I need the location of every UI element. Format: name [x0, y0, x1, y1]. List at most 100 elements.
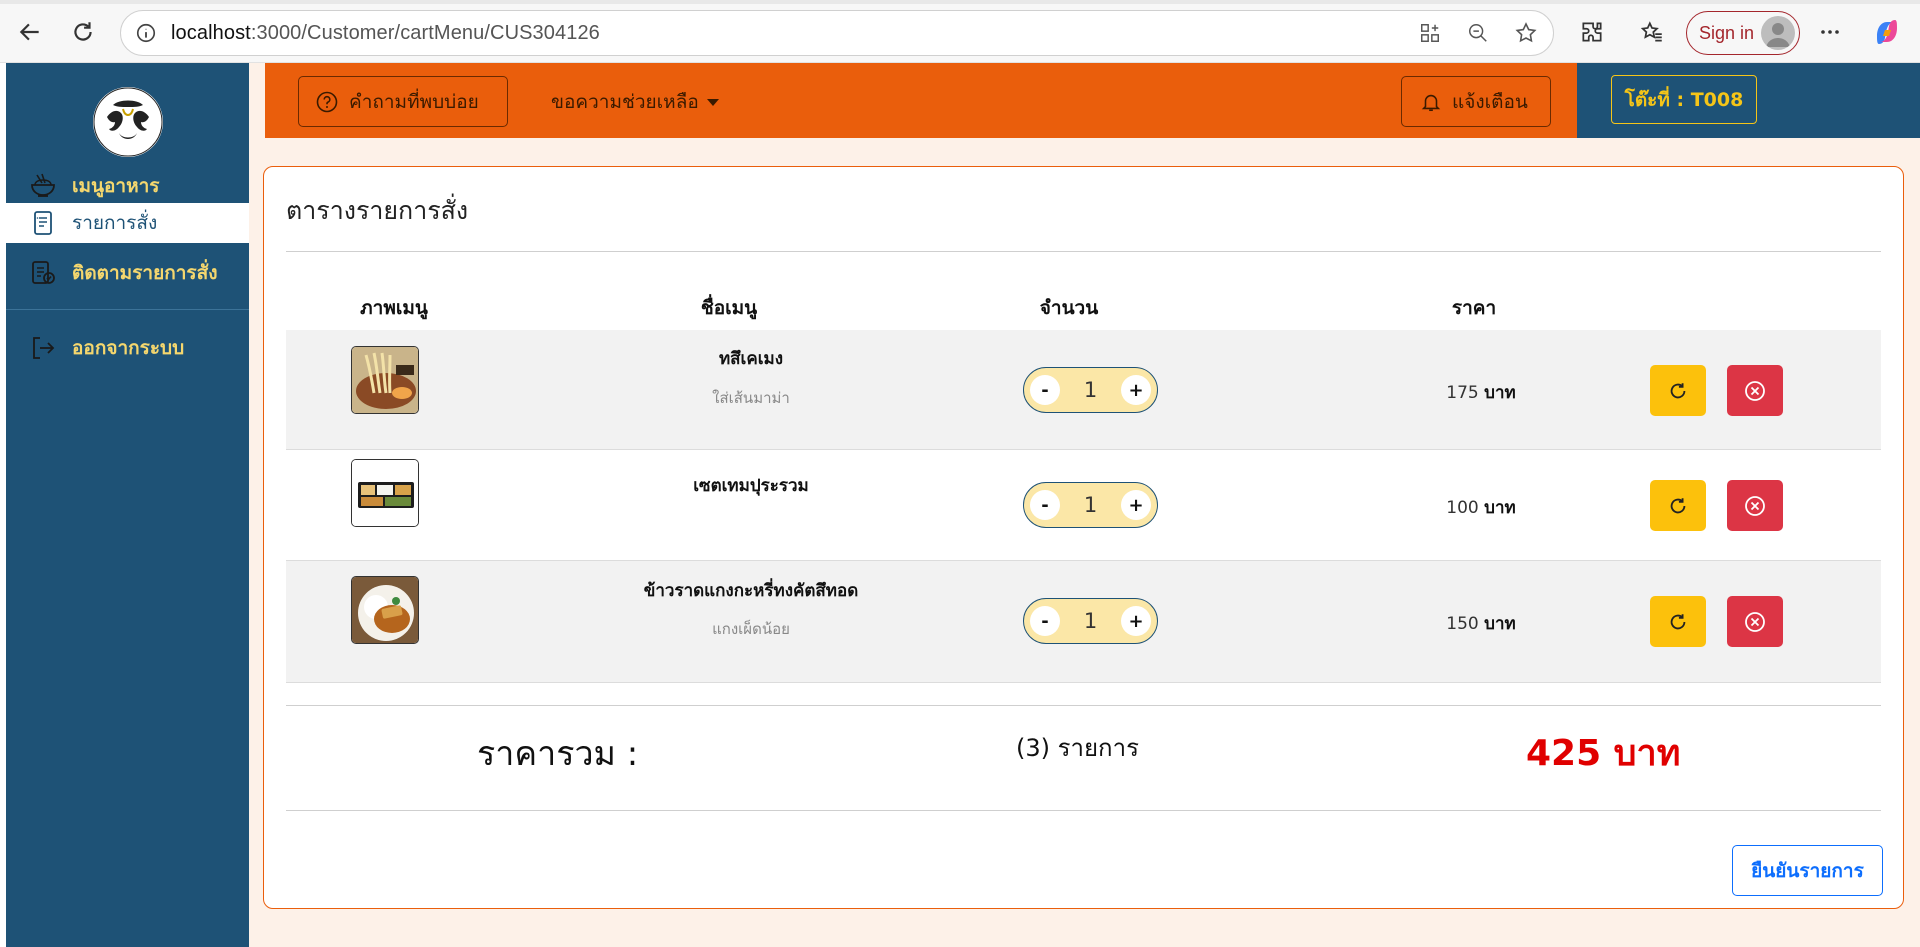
sign-in-button[interactable]: Sign in	[1686, 11, 1800, 55]
quantity-stepper: - 1 +	[1023, 367, 1158, 413]
delete-button[interactable]	[1727, 480, 1783, 531]
browser-toolbar: localhost:3000/Customer/cartMenu/CUS3041…	[0, 0, 1920, 63]
app-root: เมนูอาหาร รายการสั่ง ติดตามรายการสั่ง ออ…	[6, 63, 1920, 947]
table-row: ทสึเคเมง ใส่เส้นมาม่า - 1 + 175 บาท	[286, 330, 1881, 450]
table-row: ข้าวราดแกงกะหรี่ทงคัตสึทอด แกงเผ็ดน้อย -…	[286, 561, 1881, 683]
favorites-icon[interactable]	[1634, 14, 1670, 50]
sign-in-label: Sign in	[1699, 22, 1755, 43]
item-price: 100 บาท	[1406, 494, 1556, 521]
sidebar-item-label: ติดตามรายการสั่ง	[72, 262, 218, 284]
table-panel: โต๊ะที่ : T008	[1577, 63, 1920, 138]
chevron-down-icon	[706, 98, 719, 106]
notify-label: แจ้งเตือน	[1452, 90, 1528, 113]
price-value: 150	[1446, 614, 1479, 634]
sidebar-item-label: เมนูอาหาร	[72, 175, 160, 197]
price-value: 100	[1446, 498, 1479, 518]
price-unit: บาท	[1484, 498, 1516, 518]
refresh-icon	[1670, 497, 1686, 513]
favorite-star-icon[interactable]	[1513, 20, 1539, 46]
copilot-icon[interactable]	[1868, 14, 1906, 50]
help-dropdown[interactable]: ขอความช่วยเหลือ	[551, 87, 719, 117]
back-icon[interactable]	[12, 14, 48, 50]
total-label: ราคารวม :	[477, 734, 639, 774]
more-options-icon[interactable]	[1812, 14, 1848, 50]
header-quantity: จำนวน	[1039, 297, 1099, 319]
bowl-icon	[28, 171, 58, 201]
decrease-button[interactable]: -	[1030, 375, 1060, 405]
profile-avatar-icon	[1761, 16, 1795, 50]
header-name: ชื่อเมนู	[700, 297, 758, 319]
question-circle-icon	[315, 90, 339, 114]
delete-button[interactable]	[1727, 596, 1783, 647]
page-title: ตารางรายการสั่ง	[286, 196, 469, 225]
header-image: ภาพเมนู	[360, 297, 428, 319]
sidebar-item-logout[interactable]: ออกจากระบบ	[6, 322, 249, 374]
item-price: 150 บาท	[1406, 610, 1556, 637]
order-table-card: ตารางรายการสั่ง ภาพเมนู ชื่อเมนู จำนวน ร…	[263, 166, 1904, 909]
zoom-out-icon[interactable]	[1465, 20, 1491, 46]
item-note: แกงเผ็ดน้อย	[712, 620, 790, 638]
item-note: ใส่เส้นมาม่า	[712, 389, 790, 407]
increase-button[interactable]: +	[1121, 490, 1151, 520]
refresh-button[interactable]	[1650, 480, 1706, 531]
row-divider	[286, 682, 1881, 683]
item-price: 175 บาท	[1406, 379, 1556, 406]
extensions-icon[interactable]	[1574, 14, 1610, 50]
price-unit: บาท	[1484, 383, 1516, 403]
order-tracking-icon	[28, 258, 58, 288]
app-install-icon[interactable]	[1417, 20, 1443, 46]
confirm-order-button[interactable]: ยืนยันรายการ	[1732, 845, 1883, 896]
logout-icon	[28, 333, 58, 363]
close-circle-icon	[1745, 495, 1765, 516]
summary-divider-top	[286, 705, 1881, 706]
sidebar-item-label: ออกจากระบบ	[72, 337, 185, 359]
menu-image	[351, 576, 419, 644]
header-price: ราคา	[1451, 297, 1497, 319]
bell-icon	[1420, 91, 1442, 113]
refresh-icon	[1670, 613, 1686, 629]
sidebar-item-track-orders[interactable]: ติดตามรายการสั่ง	[6, 247, 249, 299]
decrease-button[interactable]: -	[1030, 490, 1060, 520]
faq-button[interactable]: คำถามที่พบบ่อย	[298, 76, 508, 127]
price-value: 175	[1446, 383, 1479, 403]
title-divider	[286, 251, 1881, 252]
close-circle-icon	[1745, 380, 1765, 401]
sidebar: เมนูอาหาร รายการสั่ง ติดตามรายการสั่ง ออ…	[6, 63, 249, 947]
quantity-value: 1	[1083, 493, 1098, 517]
receipt-list-icon	[28, 208, 58, 238]
sidebar-divider	[6, 309, 249, 310]
table-number-badge: โต๊ะที่ : T008	[1611, 75, 1757, 124]
reload-icon[interactable]	[65, 14, 101, 50]
url-path: :3000/Customer/cartMenu/CUS304126	[250, 21, 600, 44]
item-count: (3) รายการ	[1016, 734, 1139, 762]
sidebar-item-order-list[interactable]: รายการสั่ง	[6, 203, 249, 243]
menu-image	[351, 346, 419, 414]
total-price: 425 บาท	[1526, 733, 1681, 774]
quantity-stepper: - 1 +	[1023, 482, 1158, 528]
price-unit: บาท	[1484, 614, 1516, 634]
restaurant-logo	[93, 87, 163, 157]
decrease-button[interactable]: -	[1030, 606, 1060, 636]
help-label: ขอความช่วยเหลือ	[551, 91, 699, 113]
faq-label: คำถามที่พบบ่อย	[349, 90, 479, 113]
site-info-icon[interactable]	[133, 20, 159, 46]
refresh-button[interactable]	[1650, 596, 1706, 647]
delete-button[interactable]	[1727, 365, 1783, 416]
address-bar[interactable]: localhost:3000/Customer/cartMenu/CUS3041…	[120, 10, 1554, 56]
item-name: เซตเทมปุระรวม	[693, 476, 809, 496]
refresh-button[interactable]	[1650, 365, 1706, 416]
quantity-value: 1	[1083, 609, 1098, 633]
tab-strip-edge	[0, 0, 1920, 4]
refresh-icon	[1670, 382, 1686, 398]
increase-button[interactable]: +	[1121, 606, 1151, 636]
notification-button[interactable]: แจ้งเตือน	[1401, 76, 1551, 127]
top-navbar: คำถามที่พบบ่อย ขอความช่วยเหลือ แจ้งเตือน	[265, 63, 1577, 138]
url-text: localhost:3000/Customer/cartMenu/CUS3041…	[171, 22, 600, 45]
table-row: เซตเทมปุระรวม - 1 + 100 บาท	[286, 450, 1881, 561]
quantity-value: 1	[1083, 378, 1098, 402]
increase-button[interactable]: +	[1121, 375, 1151, 405]
url-host: localhost	[171, 21, 251, 44]
item-name: ทสึเคเมง	[718, 349, 784, 369]
close-circle-icon	[1745, 611, 1765, 632]
quantity-stepper: - 1 +	[1023, 598, 1158, 644]
